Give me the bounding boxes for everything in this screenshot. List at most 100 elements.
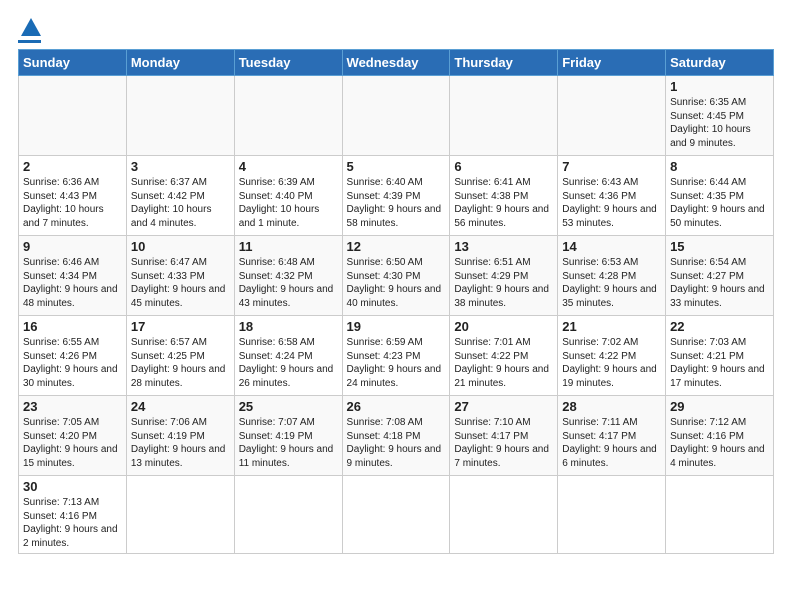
day-number: 28 xyxy=(562,399,661,414)
weekday-header-friday: Friday xyxy=(558,50,666,76)
weekday-header-saturday: Saturday xyxy=(666,50,774,76)
day-number: 17 xyxy=(131,319,230,334)
cell-info: Sunrise: 6:50 AM Sunset: 4:30 PM Dayligh… xyxy=(347,256,446,310)
calendar-cell: 2 Sunrise: 6:36 AM Sunset: 4:43 PM Daylig… xyxy=(19,156,127,236)
calendar-cell xyxy=(342,476,450,554)
cell-info: Sunrise: 7:12 AM Sunset: 4:16 PM Dayligh… xyxy=(670,416,769,470)
weekday-header-thursday: Thursday xyxy=(450,50,558,76)
weekday-header-tuesday: Tuesday xyxy=(234,50,342,76)
calendar-cell: 22Sunrise: 7:03 AM Sunset: 4:21 PM Dayli… xyxy=(666,316,774,396)
calendar-cell: 15 Sunrise: 6:54 AM Sunset: 4:27 PM Dayli… xyxy=(666,236,774,316)
calendar-cell: 30 Sunrise: 7:13 AM Sunset: 4:16 PM Dayli… xyxy=(19,476,127,554)
calendar-cell xyxy=(666,476,774,554)
day-number: 27 xyxy=(454,399,553,414)
day-number: 7 xyxy=(562,159,661,174)
day-number: 2 xyxy=(23,159,122,174)
cell-info: Sunrise: 6:59 AM Sunset: 4:23 PM Dayligh… xyxy=(347,336,446,390)
day-number: 14 xyxy=(562,239,661,254)
cell-info: Sunrise: 6:51 AM Sunset: 4:29 PM Dayligh… xyxy=(454,256,553,310)
calendar-cell: 28 Sunrise: 7:11 AM Sunset: 4:17 PM Dayli… xyxy=(558,396,666,476)
cell-info: Sunrise: 6:36 AM Sunset: 4:43 PM Dayligh… xyxy=(23,176,122,230)
calendar-cell xyxy=(126,476,234,554)
calendar-cell: 20Sunrise: 7:01 AM Sunset: 4:22 PM Dayli… xyxy=(450,316,558,396)
day-number: 12 xyxy=(347,239,446,254)
calendar-cell: 11Sunrise: 6:48 AM Sunset: 4:32 PM Dayli… xyxy=(234,236,342,316)
calendar-cell: 24Sunrise: 7:06 AM Sunset: 4:19 PM Dayli… xyxy=(126,396,234,476)
cell-info: Sunrise: 6:58 AM Sunset: 4:24 PM Dayligh… xyxy=(239,336,338,390)
cell-info: Sunrise: 6:53 AM Sunset: 4:28 PM Dayligh… xyxy=(562,256,661,310)
calendar-cell: 26Sunrise: 7:08 AM Sunset: 4:18 PM Dayli… xyxy=(342,396,450,476)
calendar-cell: 13 Sunrise: 6:51 AM Sunset: 4:29 PM Dayli… xyxy=(450,236,558,316)
calendar-cell: 14 Sunrise: 6:53 AM Sunset: 4:28 PM Dayli… xyxy=(558,236,666,316)
calendar-cell: 18Sunrise: 6:58 AM Sunset: 4:24 PM Dayli… xyxy=(234,316,342,396)
day-number: 6 xyxy=(454,159,553,174)
calendar-cell: 10 Sunrise: 6:47 AM Sunset: 4:33 PM Dayli… xyxy=(126,236,234,316)
day-number: 15 xyxy=(670,239,769,254)
calendar-cell xyxy=(450,476,558,554)
calendar-week-row: 23Sunrise: 7:05 AM Sunset: 4:20 PM Dayli… xyxy=(19,396,774,476)
cell-info: Sunrise: 6:40 AM Sunset: 4:39 PM Dayligh… xyxy=(347,176,446,230)
day-number: 19 xyxy=(347,319,446,334)
cell-info: Sunrise: 6:35 AM Sunset: 4:45 PM Dayligh… xyxy=(670,96,769,150)
calendar-cell: 3Sunrise: 6:37 AM Sunset: 4:42 PM Daylig… xyxy=(126,156,234,236)
calendar-cell: 6 Sunrise: 6:41 AM Sunset: 4:38 PM Daylig… xyxy=(450,156,558,236)
calendar-cell: 1 Sunrise: 6:35 AM Sunset: 4:45 PM Daylig… xyxy=(666,76,774,156)
calendar-cell: 29Sunrise: 7:12 AM Sunset: 4:16 PM Dayli… xyxy=(666,396,774,476)
calendar-cell xyxy=(234,76,342,156)
cell-info: Sunrise: 6:57 AM Sunset: 4:25 PM Dayligh… xyxy=(131,336,230,390)
cell-info: Sunrise: 6:43 AM Sunset: 4:36 PM Dayligh… xyxy=(562,176,661,230)
calendar-week-row: 9 Sunrise: 6:46 AM Sunset: 4:34 PM Daylig… xyxy=(19,236,774,316)
calendar-cell xyxy=(234,476,342,554)
day-number: 3 xyxy=(131,159,230,174)
day-number: 21 xyxy=(562,319,661,334)
calendar-cell: 8 Sunrise: 6:44 AM Sunset: 4:35 PM Daylig… xyxy=(666,156,774,236)
logo-underline xyxy=(18,40,41,43)
cell-info: Sunrise: 7:02 AM Sunset: 4:22 PM Dayligh… xyxy=(562,336,661,390)
cell-info: Sunrise: 6:54 AM Sunset: 4:27 PM Dayligh… xyxy=(670,256,769,310)
cell-info: Sunrise: 7:06 AM Sunset: 4:19 PM Dayligh… xyxy=(131,416,230,470)
day-number: 9 xyxy=(23,239,122,254)
cell-info: Sunrise: 7:01 AM Sunset: 4:22 PM Dayligh… xyxy=(454,336,553,390)
day-number: 30 xyxy=(23,479,122,494)
calendar-cell: 7 Sunrise: 6:43 AM Sunset: 4:36 PM Daylig… xyxy=(558,156,666,236)
calendar-cell: 17 Sunrise: 6:57 AM Sunset: 4:25 PM Dayli… xyxy=(126,316,234,396)
day-number: 1 xyxy=(670,79,769,94)
day-number: 16 xyxy=(23,319,122,334)
day-number: 25 xyxy=(239,399,338,414)
calendar-cell xyxy=(19,76,127,156)
logo-triangle-icon xyxy=(21,18,41,36)
day-number: 5 xyxy=(347,159,446,174)
cell-info: Sunrise: 6:39 AM Sunset: 4:40 PM Dayligh… xyxy=(239,176,338,230)
calendar-week-row: 16Sunrise: 6:55 AM Sunset: 4:26 PM Dayli… xyxy=(19,316,774,396)
calendar-page: SundayMondayTuesdayWednesdayThursdayFrid… xyxy=(0,0,792,564)
calendar-cell: 25 Sunrise: 7:07 AM Sunset: 4:19 PM Dayli… xyxy=(234,396,342,476)
logo xyxy=(18,18,41,43)
day-number: 26 xyxy=(347,399,446,414)
calendar-table: SundayMondayTuesdayWednesdayThursdayFrid… xyxy=(18,49,774,554)
cell-info: Sunrise: 6:47 AM Sunset: 4:33 PM Dayligh… xyxy=(131,256,230,310)
calendar-cell: 23Sunrise: 7:05 AM Sunset: 4:20 PM Dayli… xyxy=(19,396,127,476)
cell-info: Sunrise: 7:05 AM Sunset: 4:20 PM Dayligh… xyxy=(23,416,122,470)
calendar-cell: 19 Sunrise: 6:59 AM Sunset: 4:23 PM Dayli… xyxy=(342,316,450,396)
cell-info: Sunrise: 7:13 AM Sunset: 4:16 PM Dayligh… xyxy=(23,496,122,550)
calendar-cell xyxy=(558,76,666,156)
cell-info: Sunrise: 6:46 AM Sunset: 4:34 PM Dayligh… xyxy=(23,256,122,310)
day-number: 4 xyxy=(239,159,338,174)
cell-info: Sunrise: 6:41 AM Sunset: 4:38 PM Dayligh… xyxy=(454,176,553,230)
day-number: 10 xyxy=(131,239,230,254)
day-number: 13 xyxy=(454,239,553,254)
header xyxy=(18,18,774,43)
calendar-week-row: 2 Sunrise: 6:36 AM Sunset: 4:43 PM Daylig… xyxy=(19,156,774,236)
day-number: 11 xyxy=(239,239,338,254)
calendar-cell: 4 Sunrise: 6:39 AM Sunset: 4:40 PM Daylig… xyxy=(234,156,342,236)
cell-info: Sunrise: 7:07 AM Sunset: 4:19 PM Dayligh… xyxy=(239,416,338,470)
weekday-header-row: SundayMondayTuesdayWednesdayThursdayFrid… xyxy=(19,50,774,76)
weekday-header-sunday: Sunday xyxy=(19,50,127,76)
cell-info: Sunrise: 6:44 AM Sunset: 4:35 PM Dayligh… xyxy=(670,176,769,230)
day-number: 8 xyxy=(670,159,769,174)
cell-info: Sunrise: 7:03 AM Sunset: 4:21 PM Dayligh… xyxy=(670,336,769,390)
calendar-cell: 5 Sunrise: 6:40 AM Sunset: 4:39 PM Daylig… xyxy=(342,156,450,236)
calendar-cell xyxy=(558,476,666,554)
calendar-cell xyxy=(342,76,450,156)
cell-info: Sunrise: 7:11 AM Sunset: 4:17 PM Dayligh… xyxy=(562,416,661,470)
